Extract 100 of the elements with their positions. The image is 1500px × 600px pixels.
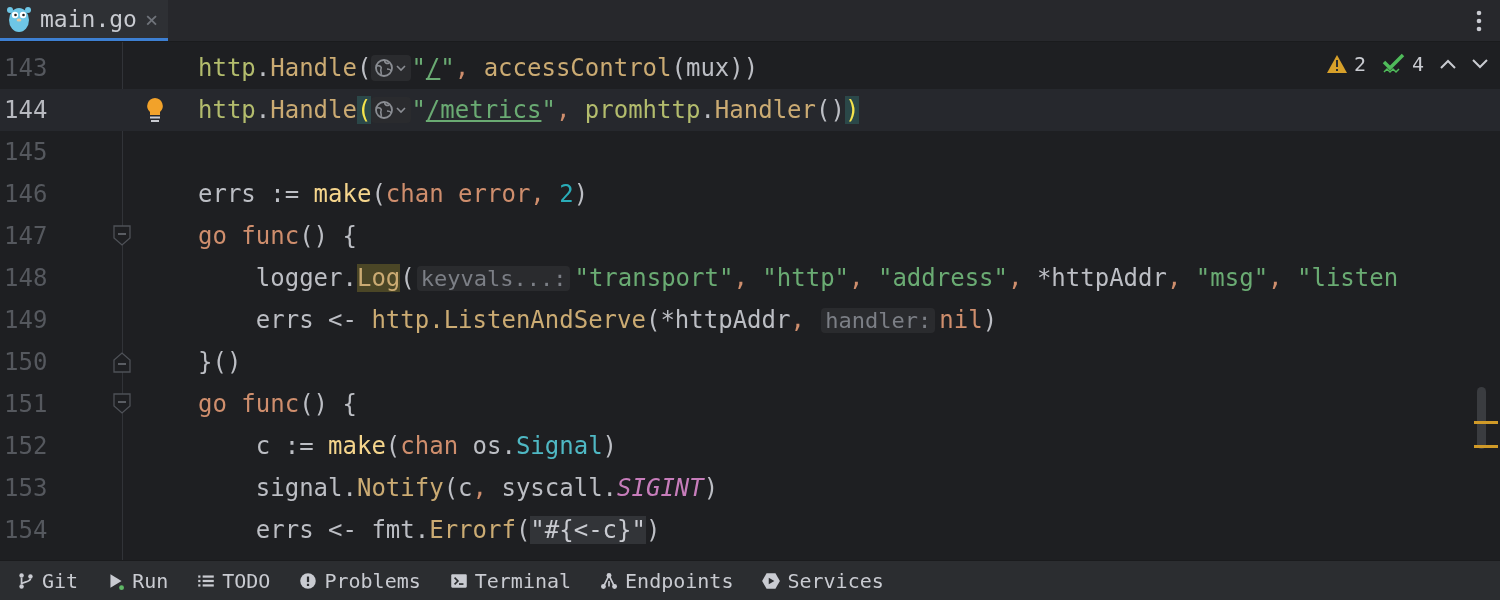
- code-text: (: [385, 432, 401, 460]
- check-icon[interactable]: [1381, 53, 1406, 75]
- code-text: "msg": [1195, 264, 1269, 292]
- code-text: 2: [559, 180, 574, 208]
- code-text: ,: [555, 96, 572, 124]
- gopher-icon: [6, 5, 32, 33]
- more-icon[interactable]: [1476, 9, 1482, 32]
- code-text: "#{<-c}": [530, 516, 646, 544]
- tool-window-button[interactable]: Endpoints: [593, 568, 740, 593]
- code-text: (*httpAddr: [645, 306, 791, 334]
- code-text: .: [255, 96, 271, 124]
- globe-dropdown[interactable]: [371, 97, 412, 123]
- code-text: (: [356, 54, 372, 82]
- line-number: 148: [3, 264, 49, 292]
- code-text: .: [700, 96, 715, 124]
- code-text: ,: [454, 54, 471, 82]
- line-number: 147: [3, 222, 49, 250]
- code-text: ): [982, 306, 998, 334]
- code-text: http.ListenAndServe: [371, 306, 646, 334]
- exclamation-icon: [298, 570, 319, 591]
- code-text: Notify: [356, 474, 444, 502]
- code-text: go func: [198, 222, 300, 250]
- code-text: () {: [299, 390, 357, 418]
- code-text: errs :=: [198, 180, 301, 208]
- code-text: "http": [762, 264, 850, 292]
- line-number: 150: [3, 348, 49, 376]
- code-text: chan error: [385, 180, 531, 208]
- hexagon-play-icon: [761, 570, 782, 591]
- code-text: os.: [472, 432, 516, 460]
- code-text: http: [198, 96, 256, 124]
- globe-dropdown[interactable]: [371, 55, 412, 81]
- code-text: Handle: [270, 96, 357, 124]
- warning-icon[interactable]: [1325, 54, 1348, 74]
- code-text: Handler: [714, 96, 816, 124]
- code-text: /: [425, 54, 441, 82]
- code-text: syscall.: [501, 474, 618, 502]
- code-text: ): [844, 96, 860, 124]
- code-text: "address": [877, 264, 1008, 292]
- code-text: make: [328, 432, 386, 460]
- fold-icon[interactable]: [113, 351, 131, 373]
- code-text: ,: [472, 474, 488, 502]
- weak-warning-count: 4: [1411, 52, 1424, 76]
- editor-tab[interactable]: main.go ×: [0, 0, 169, 41]
- code-text: ,: [849, 264, 865, 292]
- code-text: .: [255, 54, 271, 82]
- code-text: promhttp: [584, 96, 701, 124]
- line-number: 151: [3, 390, 49, 418]
- scroll-marker: [1474, 421, 1498, 424]
- code-text: () {: [299, 222, 357, 250]
- code-text: nil: [939, 306, 983, 334]
- tool-window-button[interactable]: Services: [755, 568, 890, 593]
- inlay-hint: keyvals...:: [416, 265, 571, 291]
- code-text: ,: [530, 180, 546, 208]
- fold-icon[interactable]: [113, 225, 131, 247]
- code-text: Log: [356, 264, 401, 292]
- code-text: (): [816, 96, 845, 124]
- code-text: ): [602, 432, 618, 460]
- line-number: 145: [3, 138, 49, 166]
- tool-window-button[interactable]: Run: [100, 568, 175, 593]
- code-text: errs <-: [254, 306, 358, 334]
- code-text: ": [440, 54, 455, 82]
- code-text: Signal: [515, 432, 603, 460]
- code-text: go func: [198, 390, 300, 418]
- code-text: logger.: [254, 264, 357, 292]
- code-text: }(): [198, 348, 242, 376]
- code-text: /metrics: [425, 96, 542, 124]
- line-number: 149: [3, 306, 49, 334]
- code-text: ": [411, 96, 426, 124]
- code-text: (: [356, 96, 372, 124]
- code-text: make: [313, 180, 372, 208]
- line-number: 143: [3, 54, 49, 82]
- line-number: 144: [3, 96, 49, 124]
- code-text: signal.: [254, 474, 357, 502]
- code-text: (c: [443, 474, 473, 502]
- scroll-marker: [1474, 445, 1498, 448]
- code-text: (mux)): [671, 54, 759, 82]
- code-text: ,: [1268, 264, 1284, 292]
- tool-window-button[interactable]: Git: [10, 568, 85, 593]
- code-text: ): [573, 180, 589, 208]
- code-text: http: [198, 54, 256, 82]
- line-number: 146: [3, 180, 49, 208]
- inlay-hint: handler:: [821, 307, 936, 333]
- code-text: errs <- fmt.: [254, 516, 430, 544]
- code-text: ,: [1008, 264, 1024, 292]
- code-text: (: [515, 516, 531, 544]
- lightbulb-icon[interactable]: [145, 97, 165, 123]
- code-text: (: [400, 264, 415, 292]
- fold-icon[interactable]: [113, 393, 131, 415]
- tool-window-button[interactable]: TODO: [190, 568, 277, 593]
- code-text: *httpAddr: [1036, 264, 1167, 292]
- code-text: accessControl: [483, 54, 672, 82]
- code-text: ": [541, 96, 556, 124]
- warning-count: 2: [1353, 52, 1366, 76]
- code-text: ,: [733, 264, 749, 292]
- tool-window-button[interactable]: Problems: [292, 568, 427, 593]
- line-number: 152: [3, 432, 49, 460]
- tool-window-button[interactable]: Terminal: [442, 568, 578, 593]
- code-text: Errorf: [429, 516, 516, 544]
- code-text: ,: [1166, 264, 1183, 292]
- branch-icon: [16, 570, 36, 591]
